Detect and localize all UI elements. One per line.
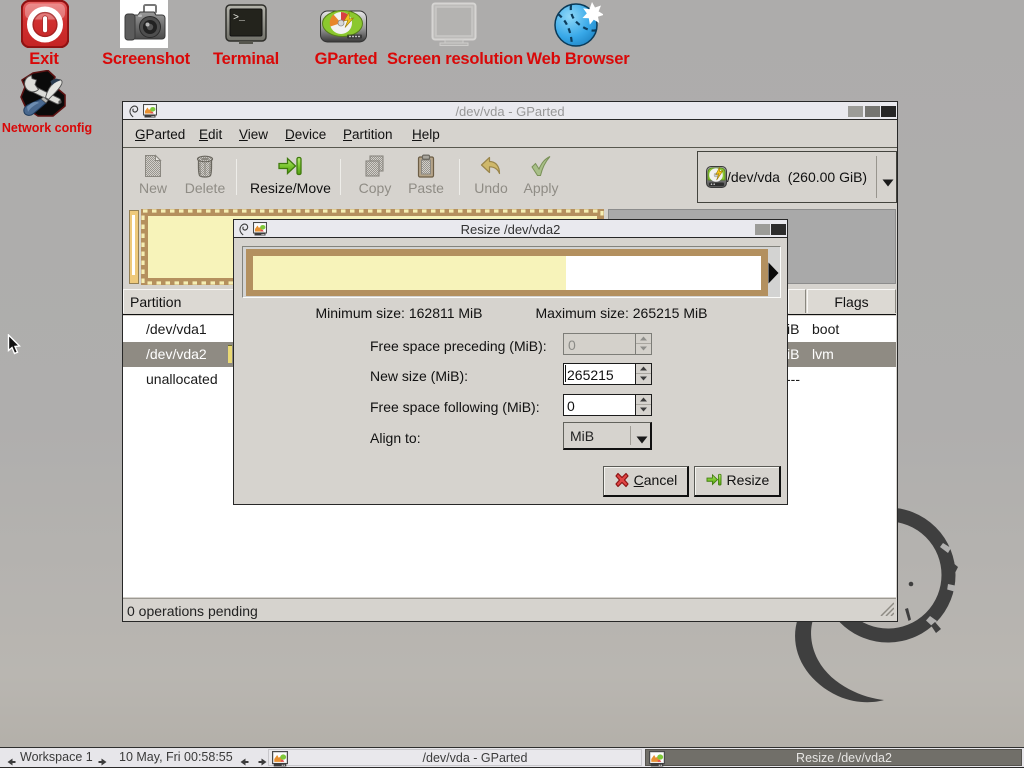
svg-text:>_: >_ xyxy=(233,13,246,24)
